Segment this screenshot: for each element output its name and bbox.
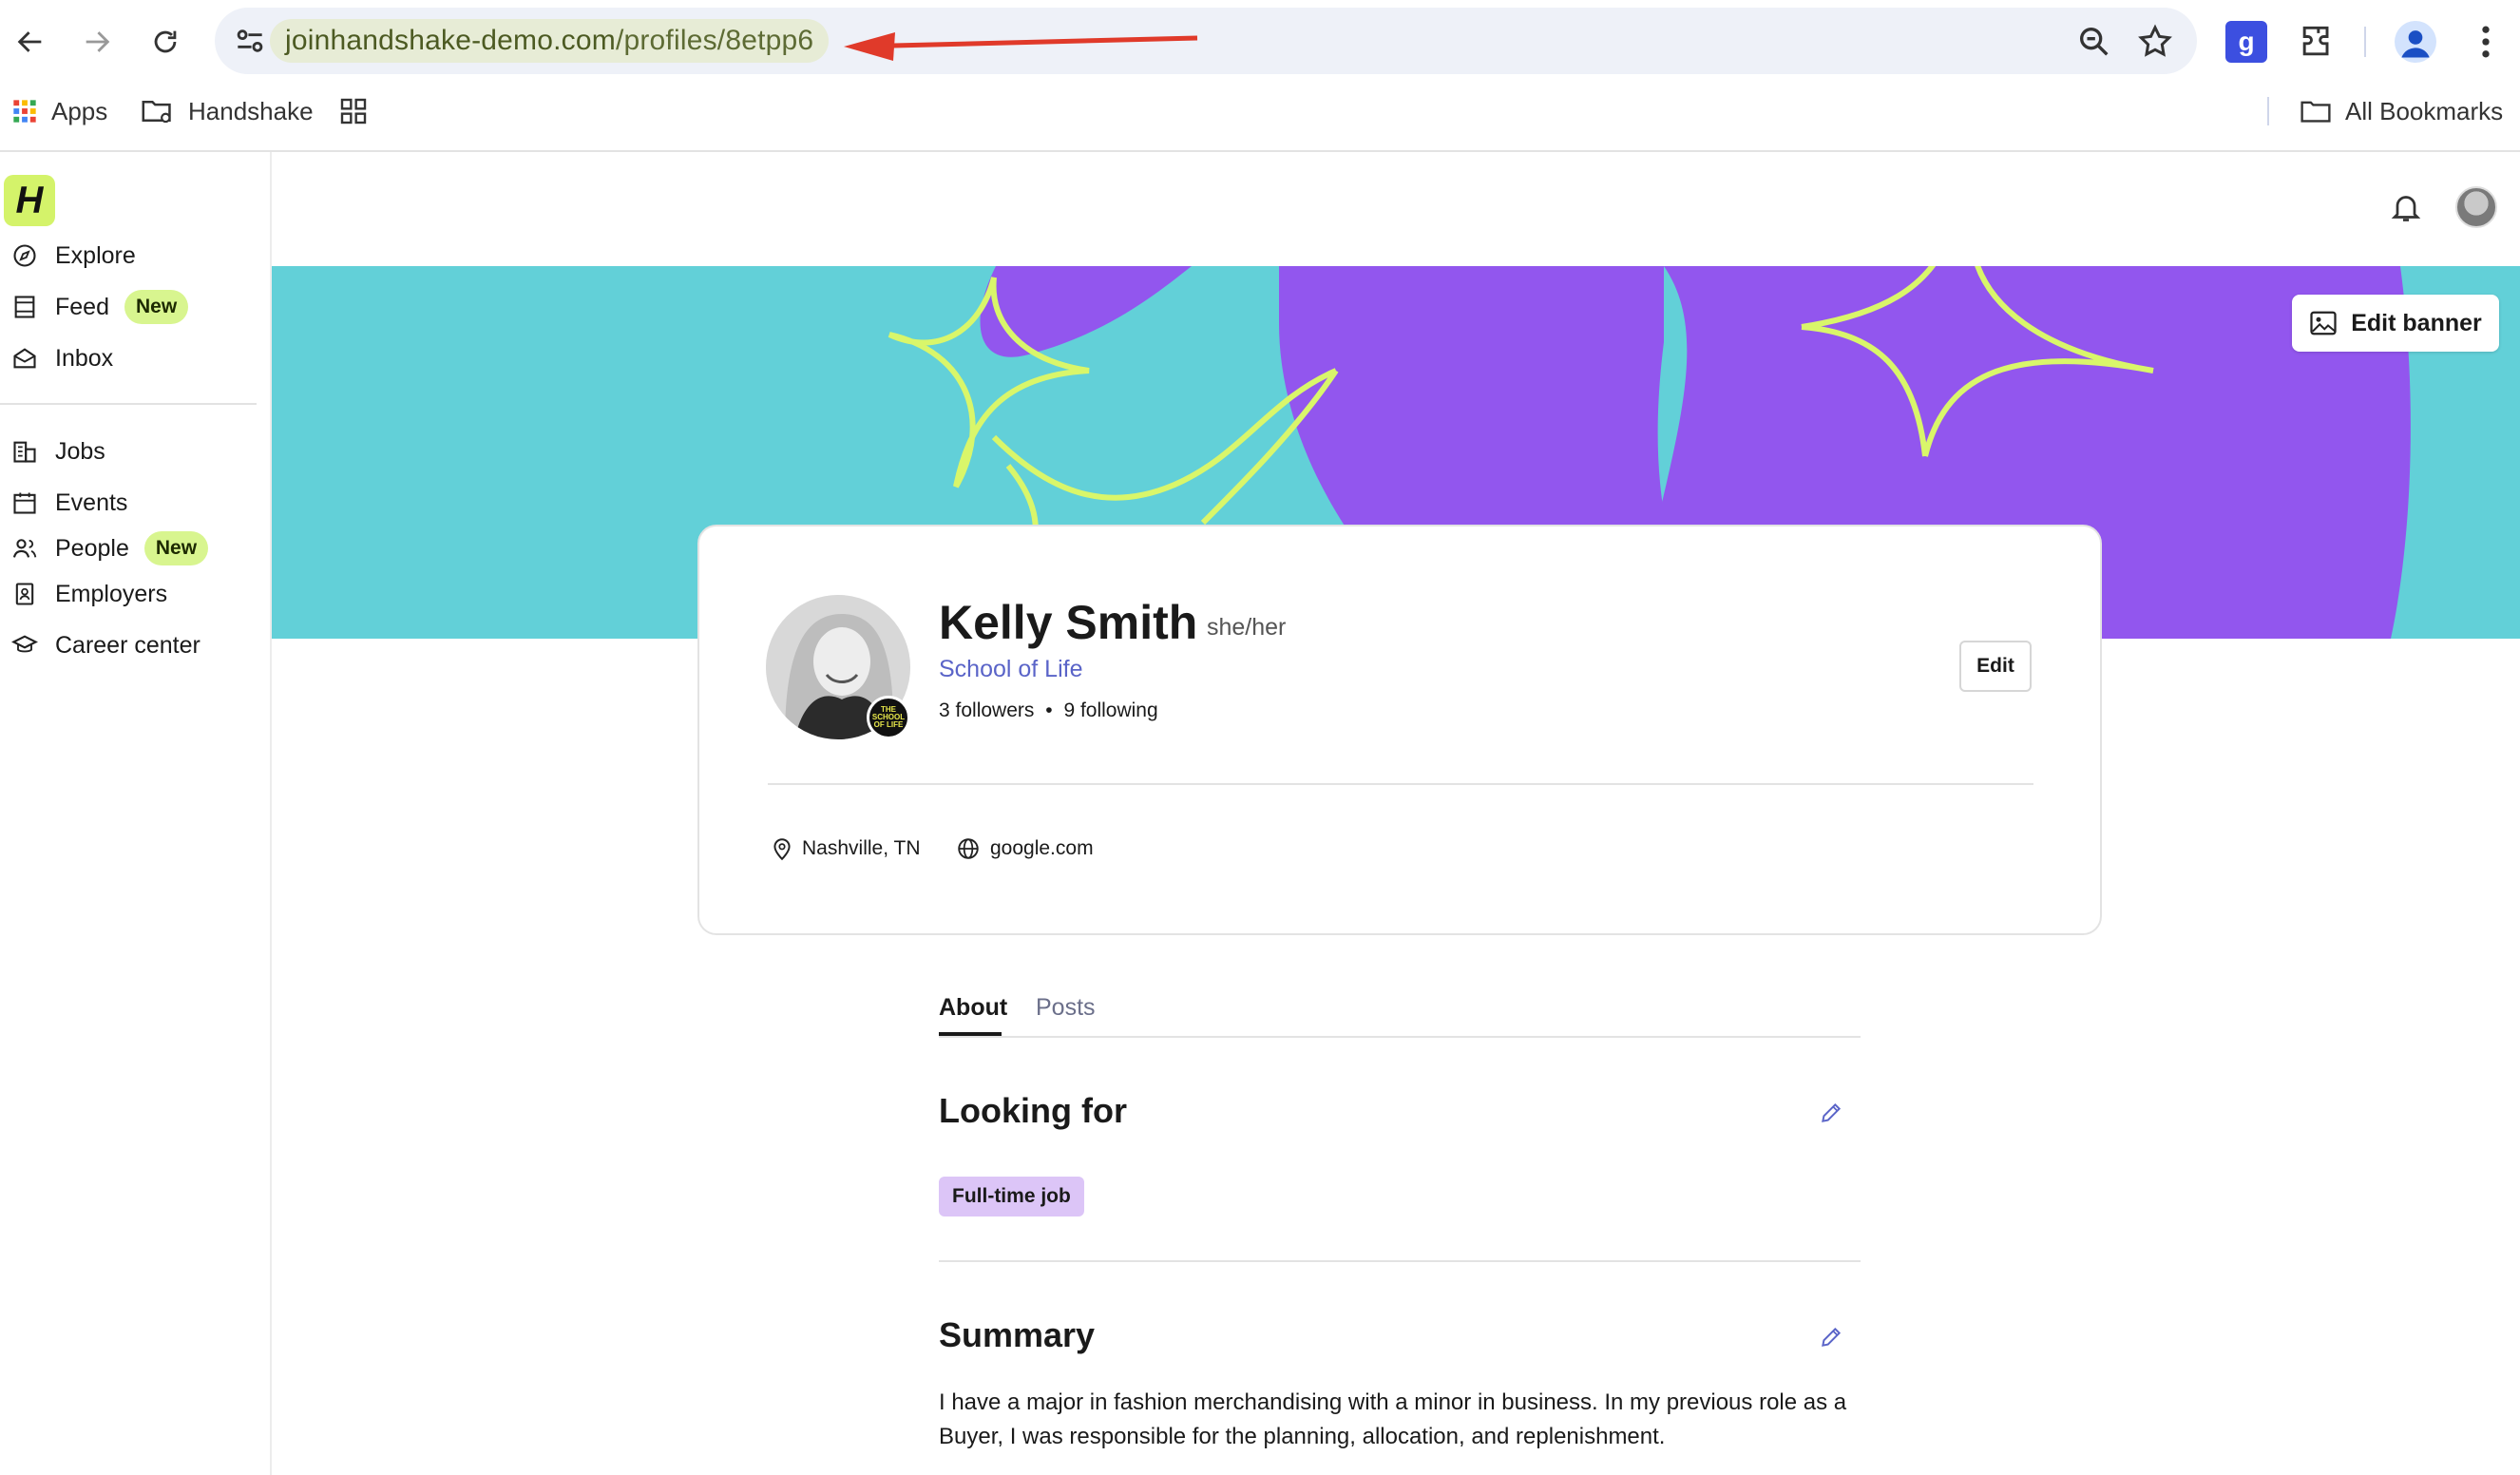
bookmark-apps-label: Apps (51, 96, 108, 125)
site-settings-icon[interactable] (232, 23, 268, 59)
tabs-baseline (939, 1036, 1861, 1038)
bookmark-handshake-folder[interactable]: Handshake (141, 87, 314, 135)
globe-icon (958, 838, 979, 859)
edit-banner-button[interactable]: Edit banner (2292, 295, 2499, 352)
profile-card: THE SCHOOL OF LIFE Kelly Smith she/her S… (697, 525, 2102, 935)
more-vertical-icon[interactable] (2465, 21, 2507, 63)
bookmark-star-icon[interactable] (2136, 23, 2174, 61)
sidebar-item-label: Feed (55, 293, 109, 320)
sidebar-item-explore[interactable]: Explore (11, 236, 136, 276)
school-badge-text: THE SCHOOL OF LIFE (871, 705, 906, 729)
back-button[interactable] (10, 21, 51, 63)
sidebar-item-label: Events (55, 488, 128, 516)
profile-website[interactable]: google.com (956, 833, 1094, 865)
new-badge: New (143, 531, 209, 565)
sidebar-item-events[interactable]: Events (11, 483, 127, 523)
sidebar-item-feed[interactable]: Feed New (11, 287, 189, 327)
bookmark-tab-groups[interactable] (338, 87, 382, 135)
sidebar-item-label: Employers (55, 580, 168, 607)
sidebar-item-inbox[interactable]: Inbox (11, 338, 113, 378)
profile-name: Kelly Smith (939, 596, 1198, 649)
jobs-icon (13, 441, 36, 463)
tab-groups-icon (340, 98, 367, 125)
tab-posts[interactable]: Posts (1036, 994, 1096, 1022)
apps-grid-icon (13, 100, 36, 123)
feed-icon (14, 296, 35, 318)
sidebar-item-career-center[interactable]: Career center (11, 625, 200, 665)
new-badge: New (124, 290, 189, 324)
page-header (274, 152, 2520, 266)
sidebar-item-label: People (55, 534, 129, 562)
school-logo-badge: THE SCHOOL OF LIFE (867, 696, 910, 739)
pencil-icon[interactable] (1819, 1101, 1843, 1125)
sidebar-item-jobs[interactable]: Jobs (11, 431, 105, 471)
bookmark-handshake-label: Handshake (188, 96, 314, 125)
url-host: joinhandshake-demo.com (285, 25, 616, 56)
summary-text: I have a major in fashion merchandising … (939, 1389, 1847, 1449)
sidebar-item-label: Explore (55, 241, 136, 269)
section-divider (939, 1260, 1861, 1262)
sidebar-item-label: Jobs (55, 437, 105, 465)
active-tab-indicator (939, 1032, 1002, 1036)
bookmark-apps[interactable]: Apps (11, 87, 107, 135)
people-icon (12, 539, 37, 558)
notification-bell-icon[interactable] (2389, 190, 2423, 224)
logo-letter: H (15, 179, 44, 221)
image-icon (2310, 311, 2337, 335)
card-divider (768, 783, 2033, 785)
looking-for-chip: Full-time job (939, 1177, 1084, 1216)
followers-link[interactable]: 3 followers (939, 699, 1034, 721)
all-bookmarks-label: All Bookmarks (2345, 96, 2504, 125)
inbox-icon (13, 348, 36, 369)
bookmarks-bar: Apps Handshake All Bookmarks (0, 87, 2520, 135)
browser-chrome: joinhandshake-demo.com/profiles/8etpp6 g… (0, 0, 2520, 152)
grammarly-extension-icon[interactable]: g (2225, 21, 2267, 63)
website-text: google.com (990, 837, 1094, 859)
annotation-arrow-icon (844, 32, 1198, 61)
employers-icon (15, 583, 34, 605)
sidebar-item-people[interactable]: People New (11, 528, 209, 568)
section-title-looking-for: Looking for (939, 1091, 1127, 1130)
profile-school-link[interactable]: School of Life (939, 656, 1083, 683)
all-bookmarks-button[interactable]: All Bookmarks (2300, 87, 2503, 135)
bookmarks-divider (2267, 97, 2269, 125)
folder-settings-icon (142, 101, 171, 124)
arrow-right-icon (86, 31, 110, 52)
reload-icon (154, 30, 177, 53)
following-link[interactable]: 9 following (1063, 699, 1157, 721)
toolbar-divider (2364, 27, 2366, 57)
url-text[interactable]: joinhandshake-demo.com/profiles/8etpp6 (270, 19, 830, 63)
section-title-summary: Summary (939, 1315, 1096, 1354)
extensions-puzzle-icon[interactable] (2296, 21, 2338, 63)
url-path: /profiles/8etpp6 (615, 25, 814, 56)
tab-about[interactable]: About (939, 994, 1007, 1022)
sidebar: H Explore Feed New Inbox Jobs Events Peo… (0, 152, 272, 1475)
pencil-icon[interactable] (1819, 1325, 1843, 1350)
sidebar-item-employers[interactable]: Employers (11, 574, 167, 614)
user-avatar[interactable] (2455, 186, 2497, 228)
edit-banner-label: Edit banner (2351, 309, 2482, 336)
edit-profile-label: Edit (1976, 655, 2014, 677)
edit-profile-button[interactable]: Edit (1959, 641, 2032, 692)
location-pin-icon (773, 838, 791, 861)
follow-separator: • (1045, 699, 1053, 721)
zoom-icon[interactable] (2075, 23, 2113, 61)
arrow-left-icon (17, 31, 42, 52)
location-text: Nashville, TN (802, 837, 921, 859)
sidebar-item-label: Inbox (55, 344, 114, 372)
calendar-icon (13, 492, 36, 514)
folder-icon (2300, 101, 2331, 123)
handshake-logo[interactable]: H (4, 175, 55, 226)
compass-icon (13, 244, 36, 267)
sidebar-item-label: Career center (55, 631, 200, 659)
graduation-cap-icon (11, 635, 38, 653)
sidebar-divider (0, 403, 257, 405)
profile-account-icon[interactable] (2395, 21, 2436, 63)
profile-pronouns: she/her (1207, 614, 1287, 641)
profile-location: Nashville, TN (772, 833, 920, 865)
reload-button[interactable] (144, 21, 186, 63)
follow-stats: 3 followers • 9 following (939, 699, 1158, 722)
forward-button[interactable] (76, 21, 118, 63)
